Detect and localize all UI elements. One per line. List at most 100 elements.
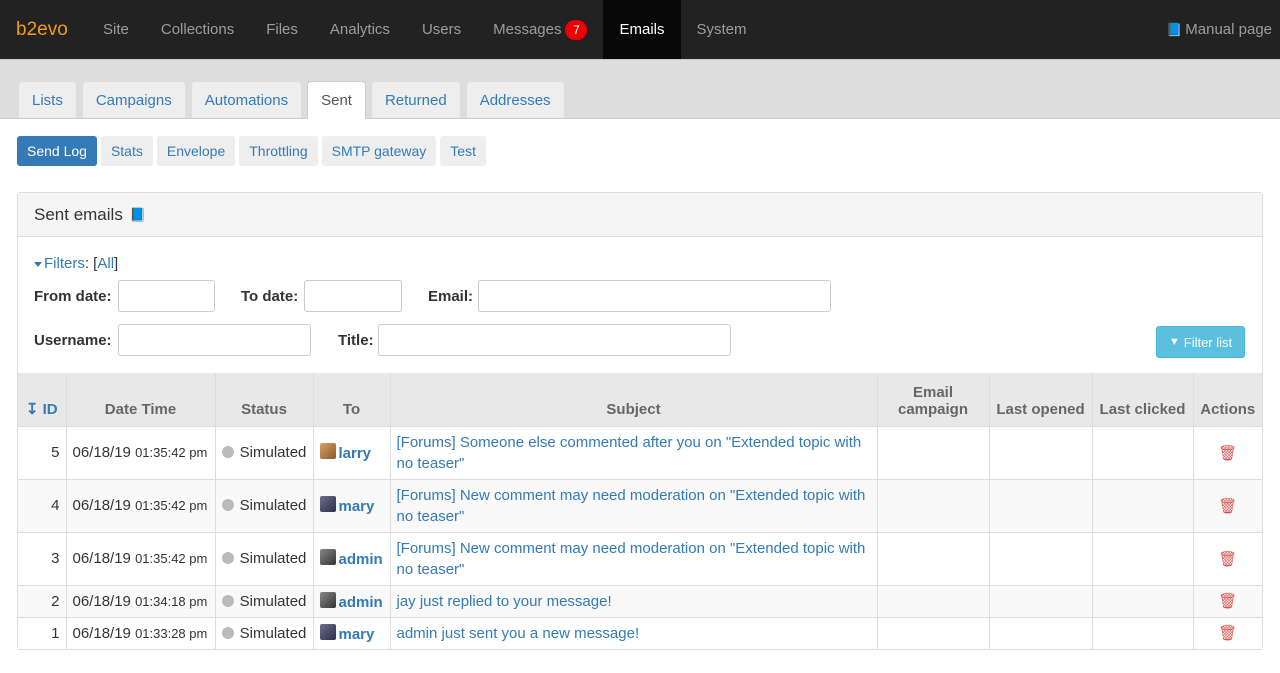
status-dot-icon — [221, 552, 234, 564]
email-input[interactable] — [478, 280, 831, 312]
subtab-stats[interactable]: Stats — [100, 136, 153, 166]
col-id-header[interactable]: ↧ ID — [18, 373, 67, 427]
delete-trash-icon[interactable]: 🗑 — [1200, 550, 1257, 568]
nav-messages-label: Messages — [493, 21, 562, 38]
recipient-link[interactable]: mary — [339, 626, 375, 643]
brand-logo[interactable]: b2evo — [0, 0, 87, 59]
col-datetime-header[interactable]: Date Time — [65, 373, 216, 427]
subject-link[interactable]: [Forums] New comment may need moderation… — [397, 540, 866, 578]
filter-list-label: Filter list — [1183, 334, 1233, 350]
row-id: 3 — [18, 531, 67, 586]
to-date-label: To date: — [241, 288, 299, 305]
row-actions: 🗑 — [1192, 425, 1262, 480]
row-campaign — [876, 425, 990, 480]
row-to: admin — [312, 584, 391, 618]
row-datetime: 06/18/19 01:33:28 pm — [65, 616, 216, 650]
row-last-opened — [988, 616, 1093, 650]
subtab-test[interactable]: Test — [440, 136, 486, 166]
subtab-throttling[interactable]: Throttling — [239, 136, 318, 166]
subtab-smtp-gateway[interactable]: SMTP gateway — [321, 136, 437, 166]
subject-link[interactable]: jay just replied to your message! — [397, 593, 612, 610]
row-subject: [Forums] New comment may need moderation… — [389, 531, 878, 586]
tab-automations[interactable]: Automations — [190, 81, 303, 118]
row-id: 1 — [18, 616, 67, 650]
subject-link[interactable]: [Forums] New comment may need moderation… — [397, 487, 866, 525]
from-date-input[interactable] — [118, 280, 215, 312]
table-row: 2 06/18/19 01:34:18 pm Simulated admin j… — [18, 584, 1262, 618]
row-status: Simulated — [214, 584, 314, 618]
recipient-link[interactable]: admin — [339, 551, 383, 568]
filters-toggle-row: Filters: [All] — [34, 255, 118, 272]
col-to-header[interactable]: To — [312, 373, 391, 427]
title-input[interactable] — [378, 324, 731, 356]
avatar[interactable] — [319, 623, 336, 640]
nav-collections[interactable]: Collections — [145, 0, 250, 59]
status-dot-icon — [221, 626, 234, 639]
row-status: Simulated — [214, 425, 314, 480]
delete-trash-icon[interactable]: 🗑 — [1200, 592, 1257, 610]
subject-link[interactable]: admin just sent you a new message! — [397, 625, 640, 642]
book-icon: 📘 — [1166, 21, 1183, 37]
emails-tab-bar: Lists Campaigns Automations Sent Returne… — [0, 59, 1280, 119]
row-actions: 🗑 — [1192, 531, 1262, 586]
row-subject: admin just sent you a new message! — [389, 616, 878, 650]
col-actions-header: Actions — [1192, 373, 1262, 427]
row-status: Simulated — [214, 616, 314, 650]
delete-trash-icon[interactable]: 🗑 — [1200, 624, 1257, 642]
avatar[interactable] — [319, 496, 336, 512]
row-campaign — [876, 584, 990, 618]
col-last-opened-header[interactable]: Last opened — [988, 373, 1093, 427]
col-subject-header[interactable]: Subject — [389, 373, 878, 427]
nav-analytics[interactable]: Analytics — [314, 0, 406, 59]
subject-link[interactable]: [Forums] Someone else commented after yo… — [397, 434, 862, 472]
manual-page-link[interactable]: 📘 Manual page — [1166, 0, 1272, 59]
username-input[interactable] — [118, 324, 311, 356]
col-last-clicked-header[interactable]: Last clicked — [1091, 373, 1194, 427]
avatar[interactable] — [319, 443, 336, 459]
panel-title: Sent emails — [34, 204, 123, 224]
col-status-header[interactable]: Status — [214, 373, 314, 427]
avatar[interactable] — [319, 591, 336, 608]
nav-messages[interactable]: Messages 7 — [477, 0, 603, 59]
recipient-link[interactable]: larry — [339, 445, 372, 462]
nav-system[interactable]: System — [681, 0, 763, 59]
row-last-opened — [988, 584, 1093, 618]
recipient-link[interactable]: mary — [339, 498, 375, 515]
recipient-link[interactable]: admin — [339, 594, 383, 611]
row-last-clicked — [1091, 425, 1194, 480]
table-row: 5 06/18/19 01:35:42 pm Simulated larry [… — [18, 425, 1262, 480]
tab-addresses[interactable]: Addresses — [465, 81, 565, 118]
nav-files[interactable]: Files — [250, 0, 314, 59]
delete-trash-icon[interactable]: 🗑 — [1200, 444, 1257, 462]
delete-trash-icon[interactable]: 🗑 — [1200, 497, 1257, 515]
filter-icon: ▼ — [1168, 336, 1180, 348]
row-last-clicked — [1091, 531, 1194, 586]
filter-list-button[interactable]: ▼ Filter list — [1156, 326, 1245, 358]
avatar[interactable] — [319, 549, 336, 565]
row-subject: [Forums] Someone else commented after yo… — [389, 425, 878, 480]
col-campaign-header[interactable]: Email campaign — [876, 373, 990, 427]
tab-returned[interactable]: Returned — [370, 81, 461, 118]
subtab-send-log[interactable]: Send Log — [17, 136, 97, 166]
filters-all-link[interactable]: All — [97, 255, 114, 272]
title-label: Title: — [338, 332, 374, 349]
tab-sent[interactable]: Sent — [307, 81, 366, 119]
nav-site[interactable]: Site — [87, 0, 145, 59]
row-campaign — [876, 478, 990, 533]
tab-campaigns[interactable]: Campaigns — [81, 81, 186, 118]
book-icon[interactable]: 📘 — [130, 207, 146, 223]
row-to: larry — [312, 425, 391, 480]
tab-lists[interactable]: Lists — [18, 81, 77, 118]
nav-emails[interactable]: Emails — [603, 0, 681, 59]
row-datetime: 06/18/19 01:35:42 pm — [65, 531, 216, 586]
status-dot-icon — [221, 594, 234, 607]
subtab-envelope[interactable]: Envelope — [156, 136, 236, 166]
nav-users[interactable]: Users — [406, 0, 477, 59]
table-row: 4 06/18/19 01:35:42 pm Simulated mary [F… — [18, 478, 1262, 533]
sent-subnav: Send Log Stats Envelope Throttling SMTP … — [17, 136, 490, 166]
row-id: 2 — [18, 584, 67, 618]
filters-toggle[interactable]: Filters — [34, 255, 85, 272]
to-date-input[interactable] — [304, 280, 402, 312]
caret-down-icon — [34, 261, 42, 267]
row-to: admin — [312, 531, 391, 586]
